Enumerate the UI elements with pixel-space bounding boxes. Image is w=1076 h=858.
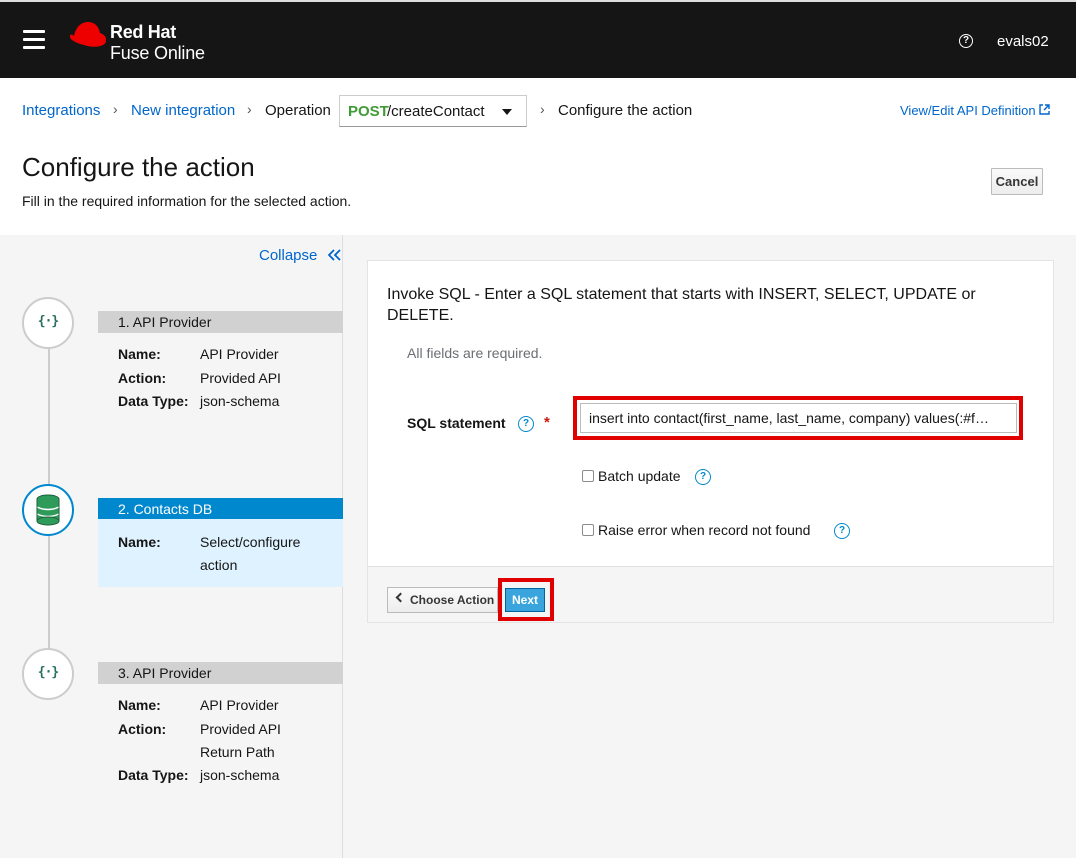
- step-1-name-value: API Provider: [200, 346, 279, 362]
- page-description: Fill in the required information for the…: [22, 193, 352, 209]
- raise-error-help-icon[interactable]: ?: [834, 523, 850, 539]
- sql-statement-label: SQL statement: [407, 415, 506, 431]
- breadcrumb-new-integration[interactable]: New integration: [131, 102, 235, 119]
- breadcrumb-operation-label: Operation: [265, 102, 331, 119]
- api-icon: {·}: [37, 314, 59, 329]
- operation-method: POST: [348, 103, 389, 120]
- batch-update-checkbox[interactable]: [582, 470, 594, 482]
- double-chevron-left-icon: [327, 249, 341, 261]
- user-menu[interactable]: evals02: [997, 33, 1049, 50]
- external-link-icon: [1039, 104, 1050, 115]
- step-1-action-value: Provided API: [200, 370, 281, 386]
- step-1-header[interactable]: 1. API Provider: [98, 311, 343, 333]
- operation-path: /createContact: [387, 103, 485, 120]
- step-3-action-key: Action:: [118, 721, 167, 737]
- breadcrumb-integrations[interactable]: Integrations: [22, 102, 100, 119]
- step-3-name-key: Name:: [118, 697, 161, 713]
- hamburger-menu-icon[interactable]: [23, 30, 45, 50]
- operation-select[interactable]: POST /createContact: [339, 95, 527, 127]
- database-icon: [36, 494, 60, 526]
- form-title: Invoke SQL - Enter a SQL statement that …: [387, 286, 976, 324]
- brand-product: Fuse Online: [110, 43, 205, 63]
- breadcrumb-separator-icon: ›: [540, 101, 545, 117]
- view-edit-api-definition-link[interactable]: View/Edit API Definition: [900, 103, 1050, 118]
- cancel-button[interactable]: Cancel: [991, 168, 1043, 195]
- step-2-name-value: Select/configure: [200, 534, 301, 550]
- step-1-datatype-value: json-schema: [200, 393, 280, 409]
- form-subtitle: All fields are required.: [407, 345, 543, 361]
- api-definition-link-label: View/Edit API Definition: [900, 103, 1036, 118]
- step-2-name-value-line2: action: [200, 557, 238, 573]
- step-2-header[interactable]: 2. Contacts DB: [98, 498, 343, 520]
- page-title: Configure the action: [22, 152, 255, 182]
- sql-help-icon[interactable]: ?: [518, 416, 534, 432]
- collapse-label: Collapse: [259, 247, 318, 264]
- step-3-name-value: API Provider: [200, 697, 279, 713]
- step-2-name-key: Name:: [118, 534, 161, 550]
- step-3-header[interactable]: 3. API Provider: [98, 662, 343, 684]
- brand-name: Red Hat: [110, 22, 176, 42]
- step-3-datatype-value: json-schema: [200, 767, 280, 783]
- masthead: Red Hat Fuse Online ? evals02: [0, 0, 1076, 78]
- breadcrumb-separator-icon: ›: [247, 101, 252, 117]
- sql-statement-input[interactable]: [580, 403, 1017, 433]
- step-1-action-key: Action:: [118, 370, 167, 386]
- batch-update-help-icon[interactable]: ?: [695, 469, 711, 485]
- raise-error-label: Raise error when record not found: [598, 522, 811, 538]
- step-3-action-value: Provided API: [200, 721, 281, 737]
- next-button[interactable]: Next: [505, 588, 545, 612]
- breadcrumb-separator-icon: ›: [113, 101, 118, 117]
- breadcrumb-current: Configure the action: [558, 102, 693, 119]
- step-1-name-key: Name:: [118, 346, 161, 362]
- red-hat-logo-icon: [69, 22, 106, 47]
- step-2-circle[interactable]: [22, 484, 74, 536]
- question-circle-icon[interactable]: ?: [959, 34, 973, 48]
- caret-down-icon: [502, 109, 512, 115]
- raise-error-checkbox[interactable]: [582, 524, 594, 536]
- collapse-sidebar-button[interactable]: Collapse: [259, 247, 342, 264]
- batch-update-label: Batch update: [598, 468, 681, 484]
- step-1-circle[interactable]: {·}: [22, 297, 74, 349]
- api-icon: {·}: [37, 665, 59, 680]
- step-3-circle[interactable]: {·}: [22, 648, 74, 700]
- step-2-body: [98, 519, 343, 587]
- step-3-action-value-line2: Return Path: [200, 744, 275, 760]
- choose-action-button[interactable]: Choose Action: [387, 587, 498, 613]
- step-1-datatype-key: Data Type:: [118, 393, 189, 409]
- required-marker: *: [544, 414, 550, 431]
- step-3-datatype-key: Data Type:: [118, 767, 189, 783]
